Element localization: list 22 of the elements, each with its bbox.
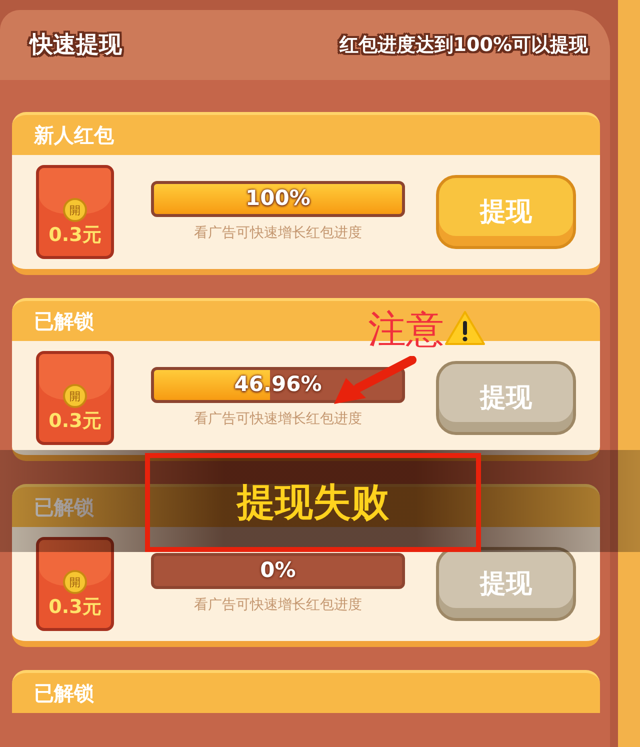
- toast-message: 提现失败: [237, 479, 389, 526]
- progress-hint: 看广告可快速增长红包进度: [194, 596, 362, 614]
- panel-title: 快速提现: [30, 30, 122, 60]
- progress-reading: 46.96%: [234, 370, 322, 398]
- progress-hint: 看广告可快速增长红包进度: [194, 224, 362, 242]
- withdraw-button[interactable]: 提现: [436, 175, 576, 249]
- card-title: 已解锁: [34, 680, 94, 707]
- envelope-amount: 0.3元: [48, 598, 102, 617]
- card-title: 已解锁: [34, 494, 94, 521]
- progress-reading: 0%: [260, 556, 296, 584]
- card-title: 新人红包: [34, 122, 114, 149]
- coin-icon: 開: [63, 570, 87, 594]
- card-title: 已解锁: [34, 308, 94, 335]
- warning-icon: [444, 310, 486, 346]
- coin-icon: 開: [63, 384, 87, 408]
- annotation-text: 注意: [368, 310, 444, 348]
- progress-reading: 100%: [246, 184, 310, 212]
- envelope-amount: 0.3元: [48, 226, 102, 245]
- envelope-amount: 0.3元: [48, 412, 102, 431]
- progress-hint: 看广告可快速增长红包进度: [194, 410, 362, 428]
- coin-icon: 開: [63, 198, 87, 222]
- withdraw-rule: 红包进度达到100%可以提现: [339, 32, 588, 58]
